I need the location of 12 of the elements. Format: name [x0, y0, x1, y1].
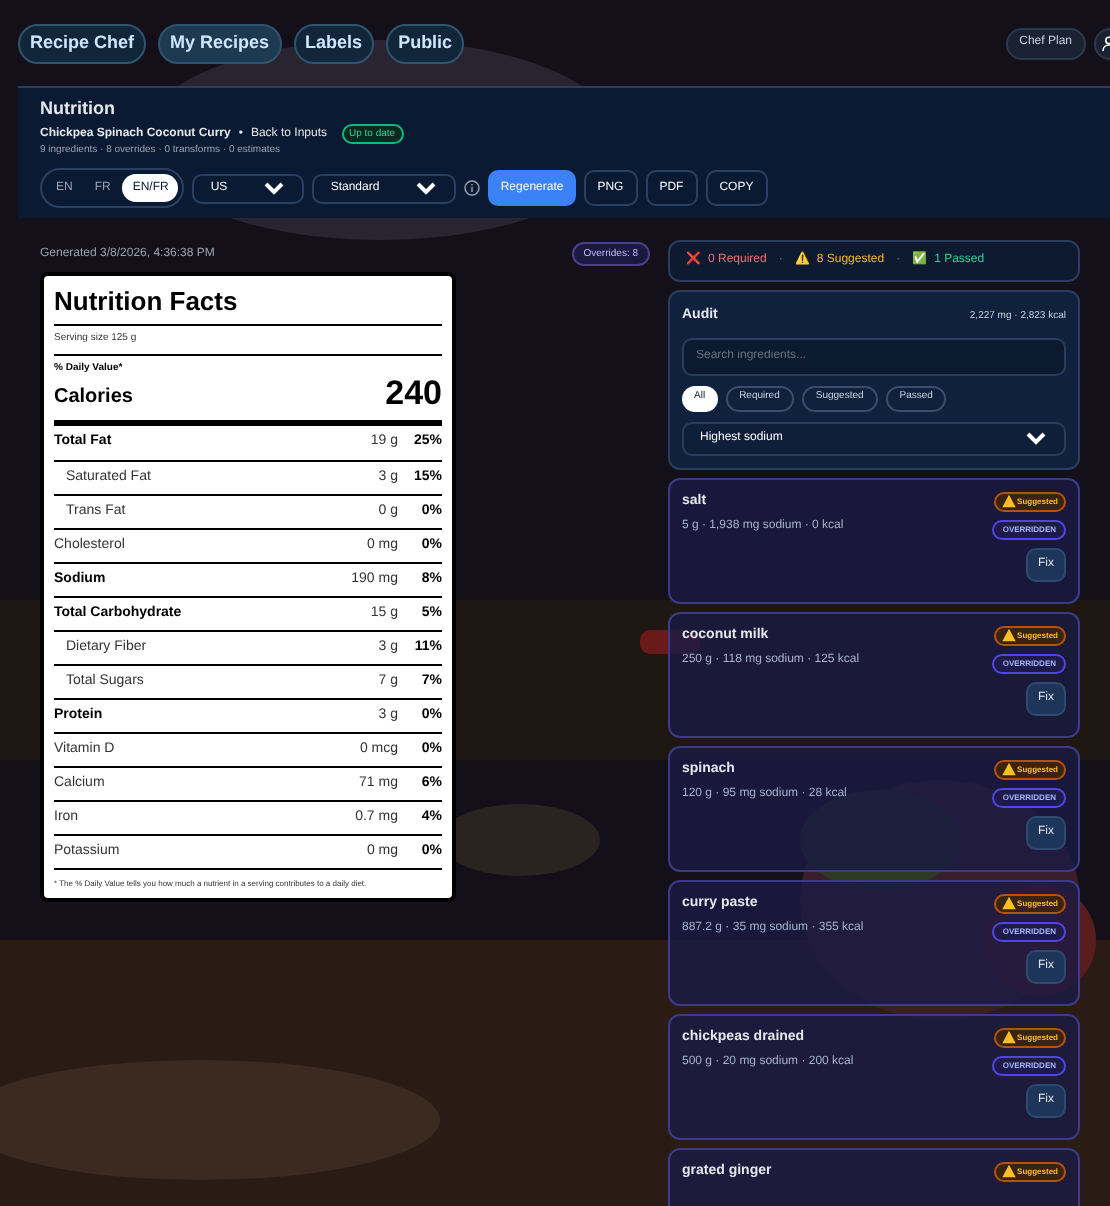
warning-icon	[1001, 1164, 1016, 1178]
warning-icon	[1001, 494, 1016, 508]
warning-icon	[1001, 1030, 1016, 1044]
label-title: Nutrition Facts	[54, 286, 238, 318]
calories-value: 240	[385, 376, 442, 412]
nav-link[interactable]: Recipe Chef	[18, 23, 147, 63]
warning-icon	[1001, 896, 1016, 910]
warning-icon	[1001, 628, 1016, 642]
info-icon	[464, 180, 481, 196]
calories-label: Calories	[54, 384, 133, 412]
nav-link[interactable]: My Recipes	[158, 23, 282, 63]
page-title: Nutrition	[40, 98, 115, 120]
